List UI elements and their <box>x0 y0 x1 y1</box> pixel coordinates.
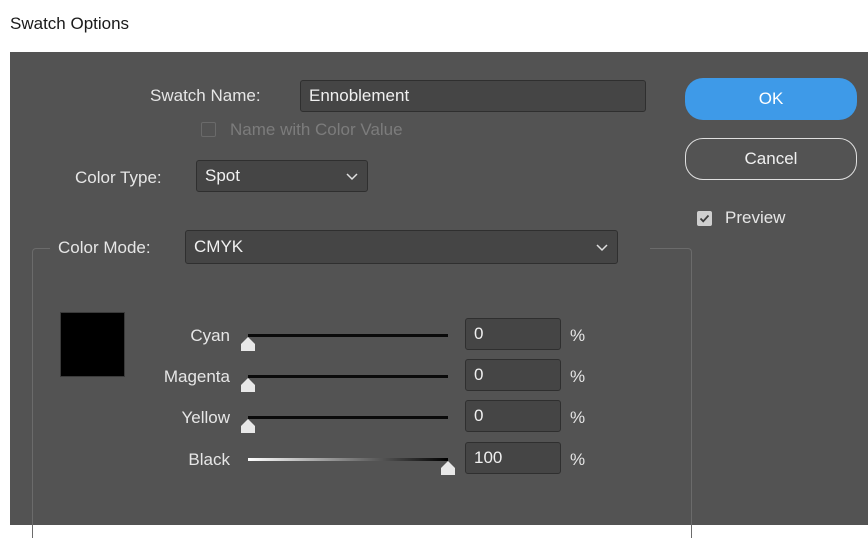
slider-value-input[interactable]: 0 <box>465 359 561 391</box>
color-mode-value: CMYK <box>194 237 244 256</box>
slider-track[interactable] <box>248 334 448 337</box>
slider-thumb-icon[interactable] <box>240 377 256 393</box>
swatch-options-dialog: Swatch Name: Ennoblement Name with Color… <box>10 52 868 538</box>
chevron-down-icon <box>346 173 358 181</box>
preview-checkbox[interactable] <box>697 211 712 226</box>
swatch-name-value: Ennoblement <box>309 86 410 105</box>
slider-value-input[interactable]: 100 <box>465 442 561 474</box>
slider-track[interactable] <box>248 375 448 378</box>
percent-unit-label: % <box>570 367 586 386</box>
slider-value-input[interactable]: 0 <box>465 400 561 432</box>
percent-unit-label: % <box>570 408 586 427</box>
slider-thumb-icon[interactable] <box>240 418 256 434</box>
window-title: Swatch Options <box>10 14 130 33</box>
preview-label: Preview <box>725 208 786 227</box>
slider-value: 100 <box>474 448 503 467</box>
chevron-down-icon <box>596 244 608 252</box>
color-mode-label: Color Mode: <box>58 238 151 257</box>
slider-value: 0 <box>474 406 484 425</box>
checkmark-icon <box>699 214 710 223</box>
slider-track[interactable] <box>248 416 448 419</box>
slider-label: Magenta <box>163 367 230 386</box>
slider-thumb-icon[interactable] <box>240 336 256 352</box>
name-with-color-value-checkbox[interactable] <box>201 122 216 137</box>
slider-label: Yellow <box>181 408 230 427</box>
swatch-name-input[interactable]: Ennoblement <box>300 80 646 112</box>
color-mode-dropdown[interactable]: CMYK <box>185 230 618 264</box>
name-with-color-value-label: Name with Color Value <box>230 120 403 139</box>
color-mode-group <box>32 248 692 538</box>
swatch-name-label: Swatch Name: <box>150 86 261 105</box>
slider-label: Black <box>188 450 230 469</box>
percent-unit-label: % <box>570 450 586 469</box>
slider-label: Cyan <box>190 326 230 345</box>
percent-unit-label: % <box>570 326 586 345</box>
color-type-value: Spot <box>205 166 240 185</box>
cancel-button[interactable]: Cancel <box>685 138 857 180</box>
title-bar: Swatch Options <box>0 0 868 52</box>
slider-value: 0 <box>474 324 484 343</box>
color-type-dropdown[interactable]: Spot <box>196 160 368 192</box>
slider-value-input[interactable]: 0 <box>465 318 561 350</box>
color-swatch-preview <box>60 312 125 377</box>
ok-button[interactable]: OK <box>685 78 857 120</box>
color-type-label: Color Type: <box>75 168 162 187</box>
slider-value: 0 <box>474 365 484 384</box>
slider-track[interactable] <box>248 458 448 461</box>
slider-thumb-icon[interactable] <box>440 460 456 476</box>
